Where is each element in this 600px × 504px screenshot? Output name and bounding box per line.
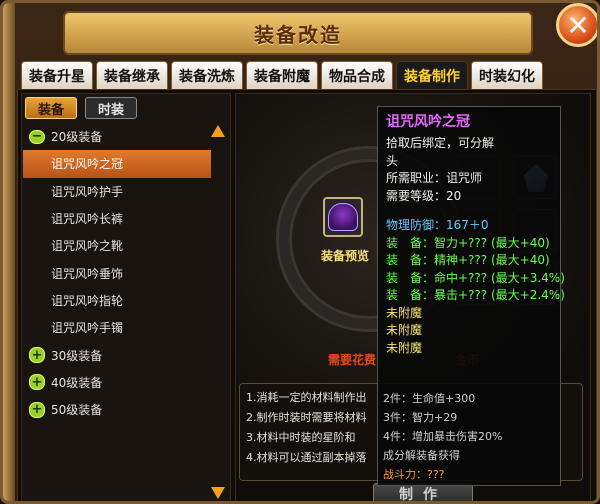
attribute-line: 装 备：暴击+??? (最大+2.4%) xyxy=(386,288,565,302)
close-button[interactable]: ✕ xyxy=(556,3,597,47)
tab-fashion-transform[interactable]: 时装幻化 xyxy=(471,61,543,89)
subtab-row: 装备 时装 xyxy=(25,97,137,119)
slot-info: 头 xyxy=(386,153,399,168)
set-bonus-line: 成分解装备获得 xyxy=(383,449,460,462)
tab-item-synthesis[interactable]: 物品合成 xyxy=(321,61,393,89)
list-scrollbar[interactable] xyxy=(211,125,225,499)
attribute-line: 装 备：智力+??? (最大+40) xyxy=(386,235,550,250)
list-item[interactable]: 诅咒风吟长裤 xyxy=(23,205,211,232)
category-label: 50级装备 xyxy=(51,403,103,418)
attribute-line: 装 备：命中+??? (最大+3.4%) xyxy=(386,270,565,285)
list-item[interactable]: 诅咒风吟垂饰 xyxy=(23,259,211,286)
tab-strip: 装备升星 装备继承 装备洗炼 装备附魔 物品合成 装备制作 时装幻化 xyxy=(21,61,581,89)
equipment-list: − 20级装备 诅咒风吟之冠 诅咒风吟护手 诅咒风吟长裤 诅咒风吟之靴 诅咒风吟… xyxy=(23,123,211,423)
tab-equip-refine[interactable]: 装备洗炼 xyxy=(171,61,243,89)
expand-icon: + xyxy=(29,347,45,364)
job-requirement: 所需职业：诅咒师 xyxy=(386,171,483,185)
window-left-edge xyxy=(3,3,15,501)
tab-equip-inherit[interactable]: 装备继承 xyxy=(96,61,168,89)
expand-icon: + xyxy=(29,374,45,391)
expand-icon: + xyxy=(29,401,45,418)
craft-button[interactable]: 制作 xyxy=(373,483,473,501)
scroll-down-icon[interactable] xyxy=(211,487,225,499)
enchant-status: 未附魔 xyxy=(386,340,423,355)
scroll-up-icon[interactable] xyxy=(211,125,225,137)
preview-label: 装备预览 xyxy=(321,249,370,263)
list-item[interactable]: 诅咒风吟手镯 xyxy=(23,314,211,341)
category-row-20[interactable]: − 20级装备 xyxy=(23,123,211,150)
category-row-50[interactable]: + 50级装备 xyxy=(23,396,211,423)
level-requirement: 需要等级：20 xyxy=(386,188,462,203)
physical-defense: 物理防御：167＋0 xyxy=(386,218,489,232)
tab-equip-enchant[interactable]: 装备附魔 xyxy=(246,61,318,89)
list-item[interactable]: 诅咒风吟之冠 xyxy=(23,150,211,178)
list-item[interactable]: 诅咒风吟之靴 xyxy=(23,232,211,259)
combat-power: 战斗力：??? xyxy=(383,468,445,481)
subtab-equip[interactable]: 装备 xyxy=(25,97,77,119)
helmet-icon xyxy=(328,203,358,231)
set-bonus-box: 2件：生命值+300 3件：智力+29 4件：增加暴击伤害20% 成分解装备获得… xyxy=(383,389,557,483)
list-item[interactable]: 诅咒风吟护手 xyxy=(23,178,211,205)
set-bonus-line: 3件：智力+29 xyxy=(383,411,458,424)
list-item[interactable]: 诅咒风吟指轮 xyxy=(23,287,211,314)
set-bonus-line: 4件：增加暴击伤害20% xyxy=(383,430,503,443)
category-row-30[interactable]: + 30级装备 xyxy=(23,341,211,368)
title-bar: 装备改造 xyxy=(63,11,533,55)
category-label: 30级装备 xyxy=(51,348,103,363)
attribute-line: 装 备：精神+??? (最大+40) xyxy=(386,253,550,267)
window-title: 装备改造 xyxy=(254,22,342,47)
bind-info: 拾取后绑定，可分解 xyxy=(386,136,495,150)
set-bonus-line: 2件：生命值+300 xyxy=(383,392,476,405)
tab-equip-craft[interactable]: 装备制作 xyxy=(396,61,468,89)
category-row-40[interactable]: + 40级装备 xyxy=(23,369,211,396)
category-label: 40级装备 xyxy=(51,375,103,390)
subtab-fashion[interactable]: 时装 xyxy=(85,97,137,119)
enchant-status: 未附魔 xyxy=(386,305,423,320)
crafting-window: 装备改造 ✕ 装备升星 装备继承 装备洗炼 装备附魔 物品合成 装备制作 时装幻… xyxy=(0,0,600,504)
tab-equip-upgrade[interactable]: 装备升星 xyxy=(21,61,93,89)
equipment-preview-slot[interactable] xyxy=(323,197,363,237)
collapse-icon: − xyxy=(29,129,45,144)
close-icon: ✕ xyxy=(566,8,590,42)
category-label: 20级装备 xyxy=(51,130,103,145)
cost-label: 需要花费 xyxy=(328,353,377,367)
enchant-status: 未附魔 xyxy=(386,323,423,337)
tooltip-title: 诅咒风吟之冠 xyxy=(386,114,470,130)
